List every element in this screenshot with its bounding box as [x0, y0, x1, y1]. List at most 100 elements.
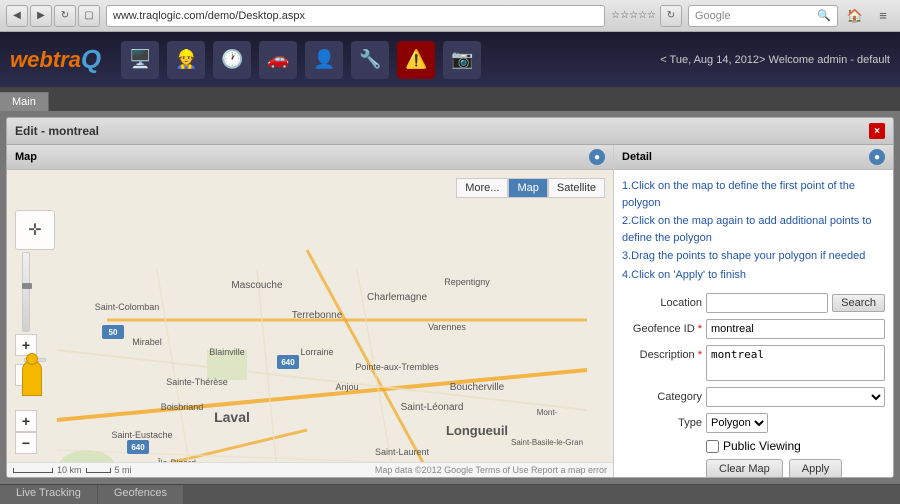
alert-icon[interactable]: ⚠️	[397, 41, 435, 79]
detail-content: 1.Click on the map to define the first p…	[614, 170, 893, 477]
monitor-icon[interactable]: 🖥️	[121, 41, 159, 79]
svg-text:Pointe-aux-Trembles: Pointe-aux-Trembles	[355, 362, 439, 372]
svg-text:50: 50	[109, 328, 118, 337]
dialog-title-bar: Edit - montreal ×	[7, 118, 893, 145]
map-type-map-button[interactable]: Map	[508, 178, 547, 198]
compass-control[interactable]: ✛	[15, 210, 55, 250]
menu-icon[interactable]: ≡	[872, 5, 894, 27]
bottom-nav: Live Tracking Geofences	[0, 484, 900, 504]
forward-button[interactable]: ▶	[30, 5, 52, 27]
content-area: Edit - montreal × Map ●	[0, 111, 900, 484]
app-header: webtraQ 🖥️ 👷 🕐 🚗 👤 🔧 ⚠️ 📷 < Tue, Aug 14,…	[0, 32, 900, 87]
clock-icon[interactable]: 🕐	[213, 41, 251, 79]
map-panel-info-icon: ●	[589, 149, 605, 165]
map-type-satellite-button[interactable]: Satellite	[548, 178, 605, 198]
star-icon: ☆☆☆☆☆	[611, 10, 656, 21]
svg-text:Anjou: Anjou	[335, 382, 358, 392]
search-icon: 🔍	[817, 9, 831, 22]
map-credits: Map data ©2012 Google Terms of Use Repor…	[375, 465, 607, 475]
instructions: 1.Click on the map to define the first p…	[622, 178, 885, 283]
map-background: 50 640 640 125 20 Mascouche Saint-Co	[7, 170, 613, 462]
close-button[interactable]: ×	[869, 123, 885, 139]
url-text: www.traqlogic.com/demo/Desktop.aspx	[113, 10, 305, 22]
edit-dialog: Edit - montreal × Map ●	[6, 117, 894, 478]
streetview-icon[interactable]	[22, 360, 42, 396]
map-panel: Map ●	[7, 145, 613, 477]
dialog-title: Edit - montreal	[15, 124, 99, 138]
category-row: Category	[622, 387, 885, 407]
public-viewing-checkbox[interactable]	[706, 440, 719, 453]
map-more-button[interactable]: More...	[456, 178, 508, 198]
location-input[interactable]	[706, 293, 828, 313]
svg-text:Île-Bizard: Île-Bizard	[157, 458, 196, 462]
detail-panel-header: Detail ●	[614, 145, 893, 170]
svg-text:640: 640	[281, 358, 295, 367]
svg-text:640: 640	[131, 443, 145, 452]
bottom-tab-live-tracking[interactable]: Live Tracking	[0, 485, 98, 504]
svg-text:Saint-Léonard: Saint-Léonard	[401, 402, 464, 413]
svg-text:Laval: Laval	[214, 409, 250, 425]
svg-text:Longueuil: Longueuil	[446, 423, 508, 438]
header-icons: 🖥️ 👷 🕐 🚗 👤 🔧 ⚠️ 📷	[121, 41, 660, 79]
description-row: Description montreal	[622, 345, 885, 381]
dialog-body: Map ●	[7, 145, 893, 477]
scale-bar	[13, 468, 53, 473]
back-button[interactable]: ◀	[6, 5, 28, 27]
public-viewing-label: Public Viewing	[723, 439, 801, 453]
app-logo: webtraQ	[10, 44, 101, 75]
type-label: Type	[622, 417, 702, 429]
tools-icon[interactable]: 🔧	[351, 41, 389, 79]
geofence-id-input[interactable]	[706, 319, 885, 339]
header-date-info: < Tue, Aug 14, 2012> Welcome admin - def…	[660, 54, 890, 66]
type-row: Type Polygon	[622, 413, 885, 433]
svg-text:Saint-Basile-le-Gran: Saint-Basile-le-Gran	[511, 438, 583, 447]
svg-text:Boisbriand: Boisbriand	[161, 402, 204, 412]
svg-text:Mirabel: Mirabel	[132, 337, 162, 347]
minus-zoom-button[interactable]: −	[15, 432, 37, 454]
person-icon[interactable]: 👷	[167, 41, 205, 79]
map-container[interactable]: 50 640 640 125 20 Mascouche Saint-Co	[7, 170, 613, 462]
search-button[interactable]: Search	[832, 294, 885, 312]
zoom-buttons: + −	[15, 410, 37, 454]
scale-bar-mi	[86, 468, 111, 473]
search-bar[interactable]: Google 🔍	[688, 5, 838, 27]
location-row: Location Search	[622, 293, 885, 313]
instruction-4: 4.Click on 'Apply' to finish	[622, 267, 885, 284]
category-label: Category	[622, 391, 702, 403]
public-viewing-row: Public Viewing	[706, 439, 885, 453]
nav-buttons: ◀ ▶ ↻ ▢	[6, 5, 100, 27]
reload-button[interactable]: ↻	[660, 5, 682, 27]
home-icon[interactable]: 🏠	[844, 5, 866, 27]
address-bar[interactable]: www.traqlogic.com/demo/Desktop.aspx	[106, 5, 605, 27]
svg-text:Mascouche: Mascouche	[231, 280, 283, 291]
svg-text:Saint-Colomban: Saint-Colomban	[95, 302, 160, 312]
bottom-tab-geofences[interactable]: Geofences	[98, 485, 184, 504]
svg-text:Boucherville: Boucherville	[450, 382, 505, 393]
location-label: Location	[622, 297, 702, 309]
map-svg: 50 640 640 125 20 Mascouche Saint-Co	[7, 170, 613, 462]
user-icon[interactable]: 👤	[305, 41, 343, 79]
apply-button[interactable]: Apply	[789, 459, 843, 477]
map-footer: 10 km 5 mi Map data ©2012 Google Terms o…	[7, 462, 613, 477]
home-button[interactable]: ▢	[78, 5, 100, 27]
svg-text:Blainville: Blainville	[209, 347, 245, 357]
svg-text:Sainte-Thérèse: Sainte-Thérèse	[166, 377, 228, 387]
main-nav: Main	[0, 87, 900, 111]
map-type-buttons: More... Map Satellite	[456, 178, 605, 198]
refresh-button[interactable]: ↻	[54, 5, 76, 27]
plus-zoom-button[interactable]: +	[15, 410, 37, 432]
map-panel-title: Map	[15, 151, 37, 163]
description-label: Description	[622, 349, 702, 361]
category-select[interactable]	[706, 387, 885, 407]
description-input[interactable]: montreal	[706, 345, 885, 381]
car-icon[interactable]: 🚗	[259, 41, 297, 79]
geofence-id-row: Geofence ID	[622, 319, 885, 339]
main-tab[interactable]: Main	[0, 92, 49, 111]
detail-panel: Detail ● 1.Click on the map to define th…	[613, 145, 893, 477]
photo-icon[interactable]: 📷	[443, 41, 481, 79]
svg-text:Lorraine: Lorraine	[300, 347, 333, 357]
clear-map-button[interactable]: Clear Map	[706, 459, 783, 477]
type-select[interactable]: Polygon	[706, 413, 768, 433]
svg-text:Saint-Eustache: Saint-Eustache	[111, 430, 172, 440]
zoom-slider[interactable]	[22, 252, 30, 332]
